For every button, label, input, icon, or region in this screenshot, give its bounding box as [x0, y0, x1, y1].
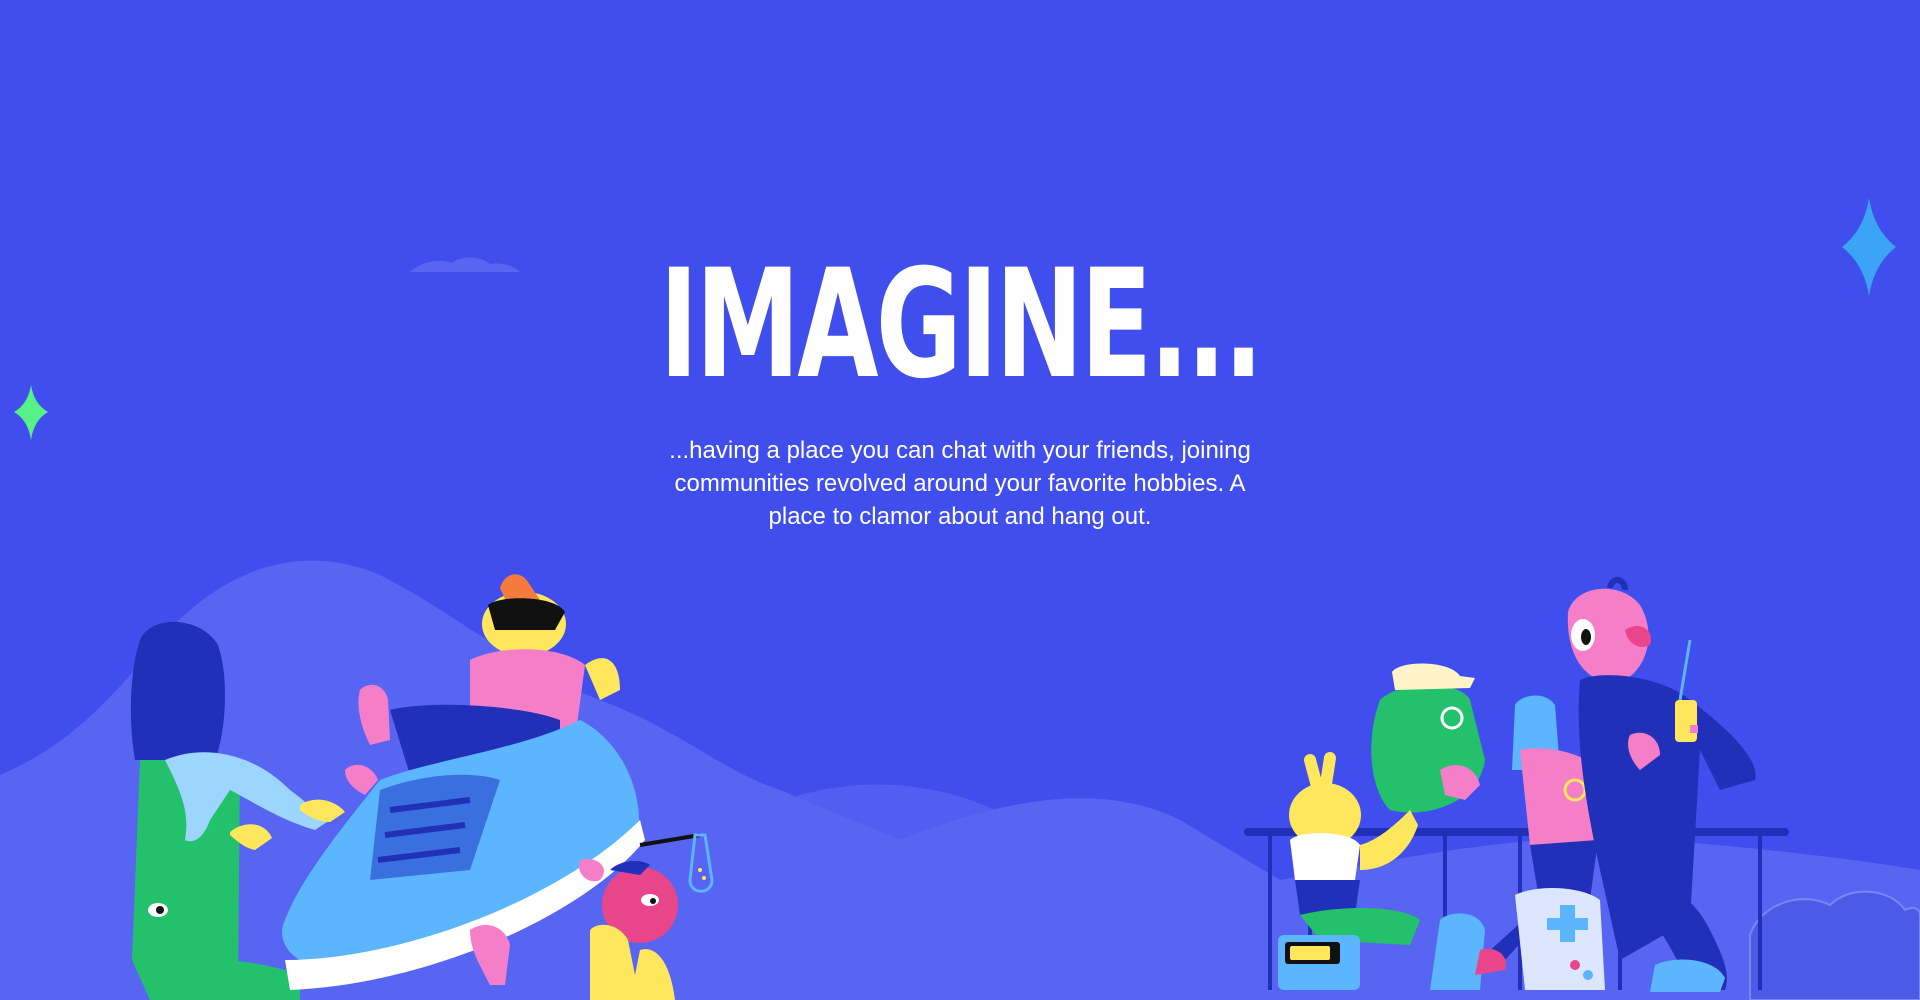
- hero-title: IMAGINE...: [659, 238, 1263, 412]
- hero-section: IMAGINE... ...having a place you can cha…: [0, 240, 1920, 533]
- hero-description: ...having a place you can chat with your…: [669, 437, 1251, 530]
- right-clouds-illustration: [1749, 890, 1920, 1000]
- right-characters-illustration: [1244, 577, 1789, 992]
